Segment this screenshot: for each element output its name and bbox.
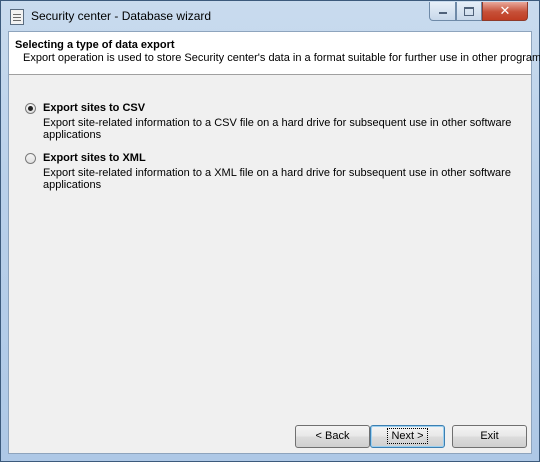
maximize-icon xyxy=(464,6,474,16)
wizard-client-area: Selecting a type of data export Export o… xyxy=(8,31,540,454)
next-button-label: Next > xyxy=(387,428,428,444)
back-button[interactable]: < Back xyxy=(295,425,370,448)
option-label[interactable]: Export sites to XML xyxy=(43,152,146,164)
next-button[interactable]: Next > xyxy=(370,425,445,448)
maximize-button[interactable] xyxy=(456,2,482,21)
wizard-window: Security center - Database wizard ✕ Sele… xyxy=(0,0,540,462)
minimize-icon xyxy=(438,12,447,15)
radio-export-csv[interactable] xyxy=(25,103,36,114)
option-description: Export site-related information to a XML… xyxy=(43,167,511,191)
close-icon: ✕ xyxy=(499,3,511,18)
app-window-icon[interactable] xyxy=(10,9,24,25)
minimize-button[interactable] xyxy=(429,2,456,21)
exit-button[interactable]: Exit xyxy=(452,425,527,448)
option-description: Export site-related information to a CSV… xyxy=(43,117,512,141)
window-title: Security center - Database wizard xyxy=(31,9,212,23)
wizard-header: Selecting a type of data export Export o… xyxy=(9,32,540,75)
radio-export-xml[interactable] xyxy=(25,153,36,164)
title-bar[interactable]: Security center - Database wizard ✕ xyxy=(1,1,539,31)
page-title: Selecting a type of data export xyxy=(15,39,175,51)
option-label[interactable]: Export sites to CSV xyxy=(43,102,145,114)
page-description: Export operation is used to store Securi… xyxy=(23,52,540,64)
close-button[interactable]: ✕ xyxy=(482,2,528,21)
